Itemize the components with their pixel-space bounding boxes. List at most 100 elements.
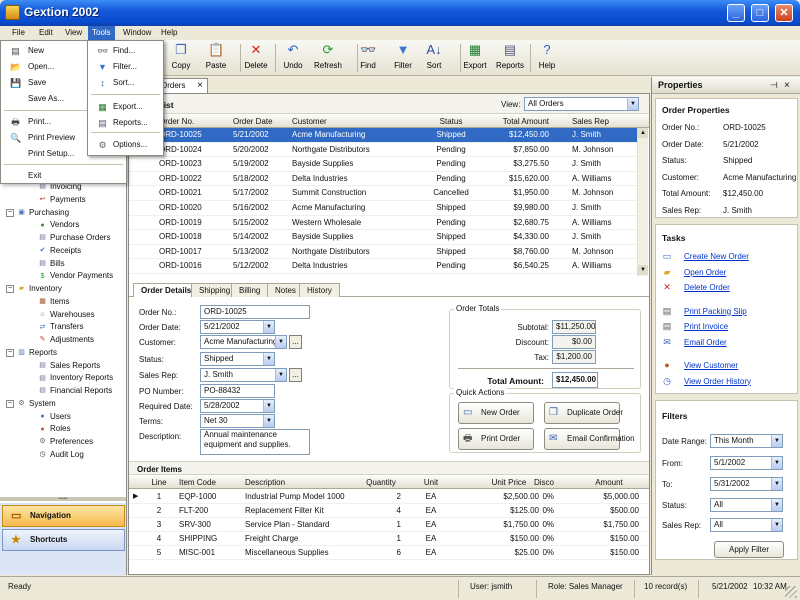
title-bar[interactable]: Gextion 2002 _ □ ✕ <box>0 0 800 26</box>
tree-expander-icon[interactable]: − <box>6 208 14 217</box>
toolbar-help-button[interactable]: ? Help <box>529 42 565 74</box>
maximize-button[interactable]: □ <box>751 4 769 22</box>
order-date-field[interactable]: 5/21/2002 ▼ <box>200 320 275 334</box>
column-header-order-date[interactable]: Order Date <box>233 115 293 128</box>
task-print-invoice[interactable]: ▤ Print Invoice <box>662 321 792 333</box>
table-row[interactable]: 4 SHIPPING Freight Charge 1 EA $150.00 0% $150.… <box>129 532 649 546</box>
table-row[interactable]: 3 SRV-300 Service Plan - Standard 1 EA $1,750… <box>129 518 649 532</box>
menu-tools[interactable]: Tools <box>88 26 115 40</box>
task-link[interactable]: Delete Order <box>684 283 730 292</box>
terms-field[interactable]: Net 30 ▼ <box>200 414 275 428</box>
nav-item-vendors[interactable]: ● Vendors <box>38 219 79 232</box>
toolbar-undo-button[interactable]: ↶ Undo <box>275 42 311 74</box>
nav-button-shortcuts[interactable]: ★ Shortcuts <box>2 529 125 551</box>
column-header-item-code[interactable]: Item Code <box>179 476 229 489</box>
menu-help[interactable]: Help <box>157 26 181 40</box>
nav-item-financial-reports[interactable]: ▤ Financial Reports <box>38 385 112 398</box>
task-link[interactable]: Create New Order <box>684 252 749 261</box>
column-header-amount[interactable]: Amount <box>579 476 639 489</box>
order-grid-scrollbar[interactable]: ▲ ▼ <box>637 128 648 276</box>
task-email-order[interactable]: ✉ Email Order <box>662 337 792 349</box>
table-row[interactable]: ORD-10021 5/17/2002 Summit Construction Can… <box>129 186 637 201</box>
tools-menu-item-sort[interactable]: ↕ Sort... <box>88 75 163 91</box>
task-delete-order[interactable]: ✕ Delete Order <box>662 282 792 294</box>
column-header-total-amount[interactable]: Total Amount <box>474 115 549 128</box>
task-link[interactable]: Open Order <box>684 268 726 277</box>
table-row[interactable]: ORD-10020 5/16/2002 Acme Manufacturing Ship… <box>129 201 637 216</box>
nav-button-navigation[interactable]: ▭ Navigation <box>2 505 125 527</box>
table-row[interactable]: ▶ 1 EQP-1000 Industrial Pump Model 1000 2 EA $… <box>129 490 649 504</box>
customer-field[interactable]: Acme Manufacturing ▼ <box>200 335 287 349</box>
nav-item-purchase-orders[interactable]: ▤ Purchase Orders <box>38 232 110 245</box>
toolbar-export-button[interactable]: ▦ Export <box>457 42 493 74</box>
lookup-button[interactable]: ... <box>289 335 302 349</box>
email-confirmation-button[interactable]: ✉ Email Confirmation <box>544 428 635 450</box>
table-row[interactable]: 2 FLT-200 Replacement Filter Kit 4 EA $125.00… <box>129 504 649 518</box>
task-link[interactable]: Email Order <box>684 338 727 347</box>
column-header-discount[interactable]: Discount <box>534 476 554 489</box>
toolbar-delete-button[interactable]: ✕ Delete <box>238 42 274 74</box>
task-link[interactable]: View Order History <box>684 377 751 386</box>
scroll-up-icon[interactable]: ▲ <box>638 128 648 138</box>
nav-item-receipts[interactable]: ✔ Receipts <box>38 245 82 258</box>
menu-window[interactable]: Window <box>119 26 155 40</box>
apply-filter-button[interactable]: Apply Filter <box>714 541 784 558</box>
nav-item-payments[interactable]: ↩ Payments <box>38 194 86 207</box>
lookup-button[interactable]: ... <box>289 368 302 382</box>
nav-item-reports[interactable]: − ▥ Reports <box>6 347 57 360</box>
nav-item-audit-log[interactable]: ◷ Audit Log <box>38 449 83 462</box>
task-create-new-order[interactable]: ▭ Create New Order <box>662 251 792 263</box>
column-header-quantity[interactable]: Quantity <box>361 476 401 489</box>
view-select[interactable]: All Orders ▼ <box>524 97 639 111</box>
nav-item-adjustments[interactable]: ✎ Adjustments <box>38 334 94 347</box>
panel-close-icon[interactable]: × <box>784 77 790 94</box>
nav-item-preferences[interactable]: ⚙ Preferences <box>38 436 93 449</box>
table-row[interactable]: ORD-10024 5/20/2002 Northgate Distributors… <box>129 143 637 158</box>
tree-expander-icon[interactable]: − <box>6 399 14 408</box>
table-row[interactable]: ORD-10022 5/18/2002 Delta Industries Pendin… <box>129 172 637 187</box>
tab-history[interactable]: History <box>299 283 340 297</box>
nav-item-users[interactable]: ● Users <box>38 411 71 424</box>
nav-item-inventory-reports[interactable]: ▤ Inventory Reports <box>38 372 113 385</box>
order-no-field[interactable]: ORD-10025 <box>200 305 310 319</box>
task-view-order-history[interactable]: ◷ View Order History <box>662 376 792 388</box>
duplicate-order-button[interactable]: ❐ Duplicate Order <box>544 402 623 424</box>
column-header-unit-price[interactable]: Unit Price <box>479 476 539 489</box>
table-row[interactable]: ORD-10017 5/13/2002 Northgate Distributors… <box>129 245 637 260</box>
column-header-description[interactable]: Description <box>245 476 365 489</box>
tree-expander-icon[interactable]: − <box>6 348 14 357</box>
table-row[interactable]: 5 MISC-001 Miscellaneous Supplies 6 EA $25.00… <box>129 546 649 560</box>
nav-item-items[interactable]: ▦ Items <box>38 296 69 309</box>
nav-item-system[interactable]: − ⚙ System <box>6 398 56 411</box>
new-order-button[interactable]: ▭ New Order <box>458 402 534 424</box>
tools-menu-item-export[interactable]: ▦ Export... <box>88 99 163 115</box>
menu-file[interactable]: File <box>8 26 29 40</box>
print-order-button[interactable]: 🖶 Print Order <box>458 428 534 450</box>
file-menu-item-exit[interactable]: Exit <box>1 168 126 184</box>
column-header-unit[interactable]: Unit <box>421 476 441 489</box>
task-print-packing-slip[interactable]: ▤ Print Packing Slip <box>662 306 792 318</box>
column-header-status[interactable]: Status <box>431 115 471 128</box>
scroll-down-icon[interactable]: ▼ <box>638 265 648 275</box>
task-view-customer[interactable]: ● View Customer <box>662 360 792 372</box>
date-range-filter-select[interactable]: This Month ▼ <box>710 434 783 448</box>
column-header-order-no[interactable]: Order No. <box>159 115 219 128</box>
column-header-line[interactable]: Line <box>147 476 171 489</box>
toolbar-find-button[interactable]: 👓 Find <box>350 42 386 74</box>
menu-edit[interactable]: Edit <box>35 26 57 40</box>
nav-item-inventory[interactable]: − ▰ Inventory <box>6 283 62 296</box>
nav-item-transfers[interactable]: ⇄ Transfers <box>38 321 84 334</box>
task-open-order[interactable]: ▰ Open Order <box>662 267 792 279</box>
table-row[interactable]: ORD-10023 5/19/2002 Bayside Supplies Pendin… <box>129 157 637 172</box>
menu-view[interactable]: View <box>61 26 86 40</box>
to-filter-select[interactable]: 5/31/2002 ▼ <box>710 477 783 491</box>
resize-grip[interactable] <box>785 586 797 598</box>
pin-icon[interactable]: ⊣ <box>770 77 778 94</box>
task-link[interactable]: View Customer <box>684 361 738 370</box>
task-link[interactable]: Print Packing Slip <box>684 307 747 316</box>
po-field[interactable]: PO-88432 <box>200 384 275 398</box>
tools-menu-item-options[interactable]: ⚙ Options... <box>88 137 163 153</box>
toolbar-paste-button[interactable]: 📋 Paste <box>198 42 234 74</box>
nav-item-warehouses[interactable]: ⌂ Warehouses <box>38 309 94 322</box>
nav-item-vendor-payments[interactable]: $ Vendor Payments <box>38 270 114 283</box>
